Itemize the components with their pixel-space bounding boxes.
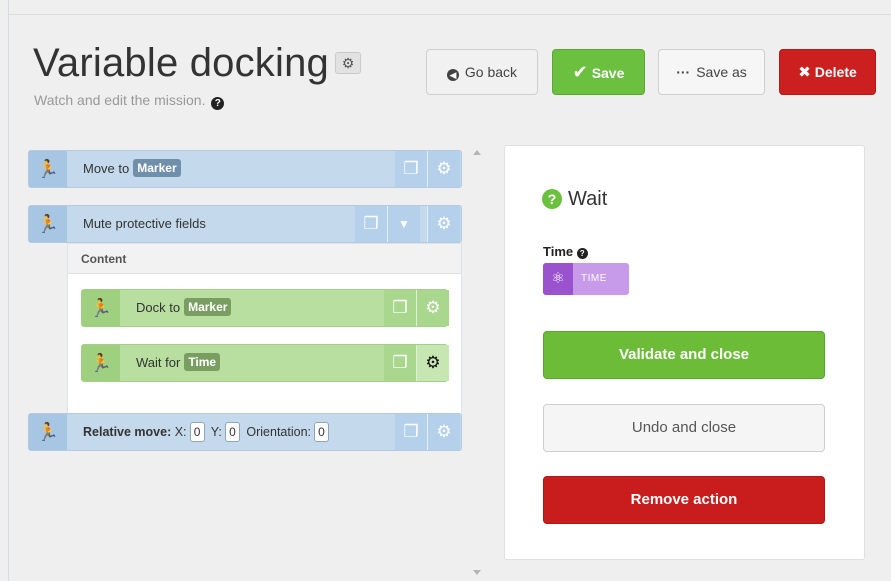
time-label-text: Time <box>543 244 574 259</box>
marker-tag[interactable]: Marker <box>133 159 181 177</box>
caret-down-icon[interactable]: ▼ <box>388 206 420 242</box>
action-dock-to[interactable]: 🏃 Dock to Marker ❐ ⚙ <box>81 289 449 327</box>
delete-button[interactable]: ✖ Delete <box>779 49 876 95</box>
copy-icon[interactable]: ❐ <box>395 414 427 450</box>
page-left-border <box>8 0 9 581</box>
x-icon: ✖ <box>798 64 811 81</box>
action-move-to[interactable]: 🏃 Move to Marker ❐ ⚙ <box>28 150 462 188</box>
mission-action-list: 🏃 Move to Marker ❐ ⚙ 🏃 Mute protective fi… <box>20 140 472 581</box>
orientation-input[interactable]: 0 <box>314 422 330 442</box>
mute-content-container: Content 🏃 Dock to Marker ❐ ⚙ 🏃 Wait for Ti… <box>67 243 462 438</box>
running-man-icon[interactable]: 🏃 <box>29 414 67 450</box>
gear-icon[interactable]: ⚙ <box>428 414 460 450</box>
variable-icon: ⚛ <box>543 263 573 295</box>
orientation-label: Orientation: <box>246 425 312 439</box>
copy-icon[interactable]: ❐ <box>384 290 416 326</box>
running-man-icon[interactable]: 🏃 <box>29 206 67 242</box>
mute-label: Mute protective fields <box>83 216 206 231</box>
x-input[interactable]: 0 <box>189 422 205 442</box>
action-list-scrollbar[interactable] <box>471 145 485 581</box>
time-tag[interactable]: Time <box>184 353 221 371</box>
action-mute-protective-fields[interactable]: 🏃 Mute protective fields ❐ ▼ ⚙ <box>28 205 462 243</box>
scroll-down-arrow[interactable] <box>473 570 481 575</box>
time-variable-label: TIME <box>581 273 607 284</box>
gear-icon[interactable]: ⚙ <box>334 52 361 74</box>
action-editor-panel: ? Wait Time ? ⚛ TIME Validate and close U… <box>504 145 865 560</box>
action-title: Wait <box>568 188 608 210</box>
remove-action-button[interactable]: Remove action <box>543 476 825 524</box>
content-header: Content <box>68 244 461 274</box>
dock-to-label: Dock to <box>136 300 181 315</box>
arrow-left-icon: ◀ <box>446 69 459 81</box>
ellipsis-icon: ··· <box>676 64 691 80</box>
time-variable-selector[interactable]: ⚛ TIME <box>543 263 629 295</box>
gear-icon[interactable]: ⚙ <box>428 151 460 187</box>
save-button[interactable]: ✔ Save <box>552 49 645 95</box>
copy-icon[interactable]: ❐ <box>355 206 387 242</box>
running-man-icon[interactable]: 🏃 <box>82 290 120 326</box>
go-back-button[interactable]: ◀ Go back <box>426 49 538 95</box>
running-man-icon[interactable]: 🏃 <box>29 151 67 187</box>
y-label: Y: <box>210 425 222 439</box>
header-divider <box>8 14 891 15</box>
save-as-button[interactable]: ··· Save as <box>658 49 765 95</box>
x-label: X: <box>174 425 187 439</box>
wait-for-label: Wait for <box>136 355 181 370</box>
move-to-label: Move to <box>83 161 130 176</box>
action-label: Dock to Marker <box>136 290 232 326</box>
editor-title: ? Wait <box>542 188 607 211</box>
save-label: Save <box>591 65 625 81</box>
gear-icon[interactable]: ⚙ <box>417 345 449 381</box>
running-man-icon[interactable]: 🏃 <box>82 345 120 381</box>
scroll-up-arrow[interactable] <box>473 150 481 155</box>
subtitle-text: Watch and edit the mission. <box>34 92 206 108</box>
action-wait-for[interactable]: 🏃 Wait for Time ❐ ⚙ <box>81 344 449 382</box>
question-icon[interactable]: ? <box>542 189 562 209</box>
relative-move-label: Relative move: <box>83 425 172 439</box>
page-header: Variable docking ⚙ <box>33 40 361 86</box>
action-label: Wait for Time <box>136 345 221 381</box>
undo-and-close-button[interactable]: Undo and close <box>543 404 825 452</box>
validate-and-close-button[interactable]: Validate and close <box>543 331 825 379</box>
copy-icon[interactable]: ❐ <box>384 345 416 381</box>
delete-label: Delete <box>814 64 857 80</box>
action-label: Relative move: X: 0 Y: 0 Orientation: 0 <box>83 414 332 450</box>
marker-tag[interactable]: Marker <box>184 298 232 316</box>
gear-icon[interactable]: ⚙ <box>428 206 460 242</box>
save-as-label: Save as <box>696 64 747 80</box>
gear-icon[interactable]: ⚙ <box>417 290 449 326</box>
param-label: Time ? <box>543 244 588 259</box>
y-input[interactable]: 0 <box>224 422 240 442</box>
action-label: Move to Marker <box>83 151 181 187</box>
checkmark-icon: ✔ <box>572 62 588 82</box>
page-title: Variable docking <box>33 41 329 85</box>
go-back-label: Go back <box>464 64 518 80</box>
copy-icon[interactable]: ❐ <box>395 151 427 187</box>
action-relative-move[interactable]: 🏃 Relative move: X: 0 Y: 0 Orientation: 0 ❐… <box>28 413 462 451</box>
question-icon[interactable]: ? <box>576 248 588 259</box>
page-subtitle: Watch and edit the mission. ? <box>34 92 225 110</box>
question-icon[interactable]: ? <box>211 97 225 110</box>
